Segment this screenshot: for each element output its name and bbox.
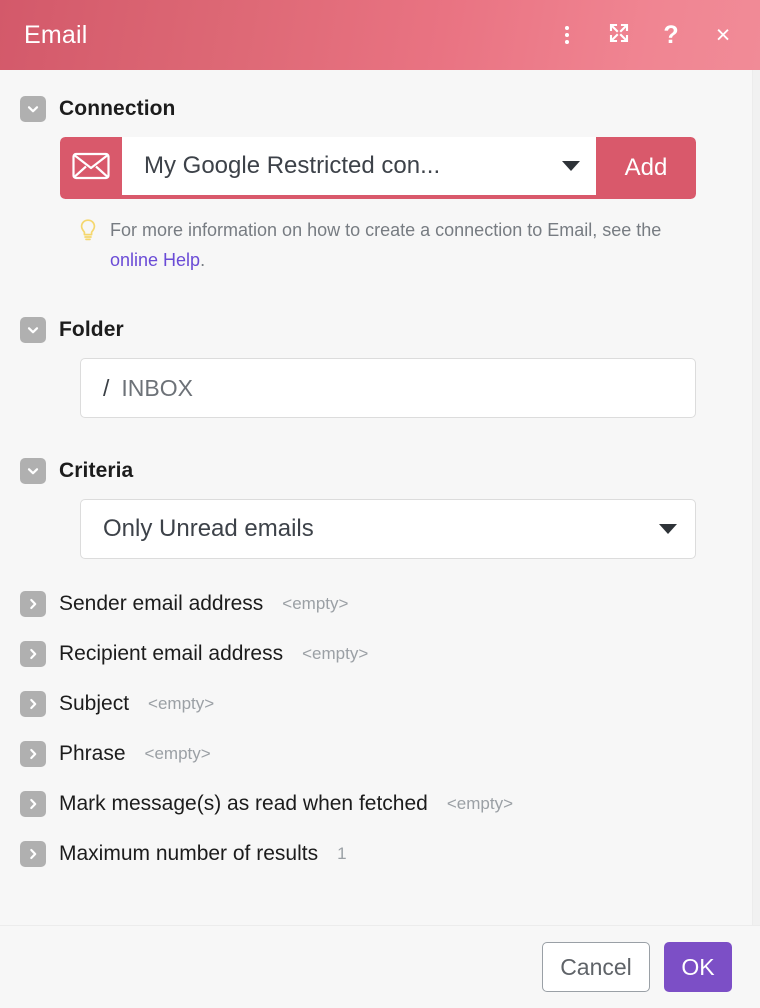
section-title-folder: Folder — [59, 318, 124, 341]
option-row-mark-messages-as-read[interactable]: Mark message(s) as read when fetched <em… — [20, 779, 724, 829]
option-row-sender-email-address[interactable]: Sender email address <empty> — [20, 579, 724, 629]
option-value: <empty> — [148, 694, 215, 713]
section-header-connection: Connection — [20, 96, 724, 122]
dialog-content: Connection My Google Restricted con... A… — [0, 70, 752, 925]
chevron-right-icon — [26, 697, 40, 711]
chevron-down-icon — [26, 464, 40, 478]
help-button[interactable]: ? — [656, 20, 686, 50]
chevron-down-icon — [659, 524, 677, 534]
folder-separator: / — [103, 374, 110, 401]
connection-value: My Google Restricted con... — [144, 152, 441, 179]
vertical-scrollbar[interactable] — [752, 70, 760, 925]
question-mark-icon: ? — [663, 20, 679, 49]
close-button[interactable]: × — [708, 20, 738, 50]
chevron-down-icon — [562, 161, 580, 171]
close-icon: × — [715, 20, 731, 49]
option-row-phrase[interactable]: Phrase <empty> — [20, 729, 724, 779]
hint-suffix: . — [200, 250, 206, 270]
dialog-title: Email — [24, 20, 88, 49]
collapse-toggle-criteria[interactable] — [20, 458, 46, 484]
chevron-down-icon — [26, 102, 40, 116]
option-value: <empty> — [302, 644, 369, 663]
option-label: Recipient email address — [59, 642, 284, 665]
hint-prefix: For more information on how to create a … — [110, 220, 662, 240]
lightbulb-icon — [78, 218, 98, 247]
connection-hint: For more information on how to create a … — [78, 215, 696, 275]
chevron-down-icon — [26, 323, 40, 337]
option-row-recipient-email-address[interactable]: Recipient email address <empty> — [20, 629, 724, 679]
chevron-right-icon — [26, 797, 40, 811]
folder-input[interactable]: / INBOX — [80, 358, 696, 418]
option-label: Maximum number of results — [59, 842, 319, 865]
dialog-titlebar: Email ? × — [0, 0, 760, 70]
expand-button[interactable] — [604, 20, 634, 50]
option-label: Subject — [59, 692, 130, 715]
email-dialog: Email ? × Connection My Google Restricte… — [0, 0, 760, 1008]
dialog-footer: Cancel OK — [0, 925, 760, 1008]
expand-toggle-phrase[interactable] — [20, 741, 46, 767]
cancel-button[interactable]: Cancel — [542, 942, 650, 992]
collapse-toggle-connection[interactable] — [20, 96, 46, 122]
connection-hint-text: For more information on how to create a … — [110, 215, 696, 275]
online-help-link[interactable]: online Help — [110, 250, 200, 270]
option-value: <empty> — [282, 594, 349, 613]
option-value: 1 — [337, 844, 347, 863]
envelope-icon — [72, 152, 110, 185]
kebab-menu-icon — [565, 26, 569, 44]
chevron-right-icon — [26, 847, 40, 861]
ok-button[interactable]: OK — [664, 942, 732, 992]
section-header-folder: Folder — [20, 317, 724, 343]
expand-toggle-maximum-number-of-results[interactable] — [20, 841, 46, 867]
option-value: <empty> — [446, 794, 513, 813]
connection-type-button[interactable] — [60, 137, 122, 199]
collapsed-options-list: Sender email address <empty> Recipient e… — [20, 579, 724, 879]
option-label: Mark message(s) as read when fetched — [59, 792, 428, 815]
connection-row: My Google Restricted con... Add — [60, 137, 696, 199]
option-row-subject[interactable]: Subject <empty> — [20, 679, 724, 729]
folder-value: INBOX — [121, 374, 193, 401]
dialog-body: Connection My Google Restricted con... A… — [0, 70, 760, 925]
criteria-select[interactable]: Only Unread emails — [80, 499, 696, 559]
option-label: Phrase — [59, 742, 126, 765]
collapse-toggle-folder[interactable] — [20, 317, 46, 343]
section-title-criteria: Criteria — [59, 459, 134, 482]
chevron-right-icon — [26, 647, 40, 661]
criteria-value: Only Unread emails — [103, 515, 314, 542]
expand-icon — [608, 22, 630, 49]
expand-toggle-mark-messages-as-read[interactable] — [20, 791, 46, 817]
expand-toggle-recipient-email-address[interactable] — [20, 641, 46, 667]
more-options-button[interactable] — [552, 20, 582, 50]
chevron-right-icon — [26, 597, 40, 611]
expand-toggle-subject[interactable] — [20, 691, 46, 717]
section-title-connection: Connection — [59, 97, 176, 120]
expand-toggle-sender-email-address[interactable] — [20, 591, 46, 617]
add-connection-button[interactable]: Add — [596, 137, 696, 199]
option-row-maximum-number-of-results[interactable]: Maximum number of results 1 — [20, 829, 724, 879]
section-header-criteria: Criteria — [20, 458, 724, 484]
connection-select[interactable]: My Google Restricted con... — [122, 137, 596, 199]
option-value: <empty> — [144, 744, 211, 763]
titlebar-actions: ? × — [552, 20, 738, 50]
chevron-right-icon — [26, 747, 40, 761]
option-label: Sender email address — [59, 592, 264, 615]
